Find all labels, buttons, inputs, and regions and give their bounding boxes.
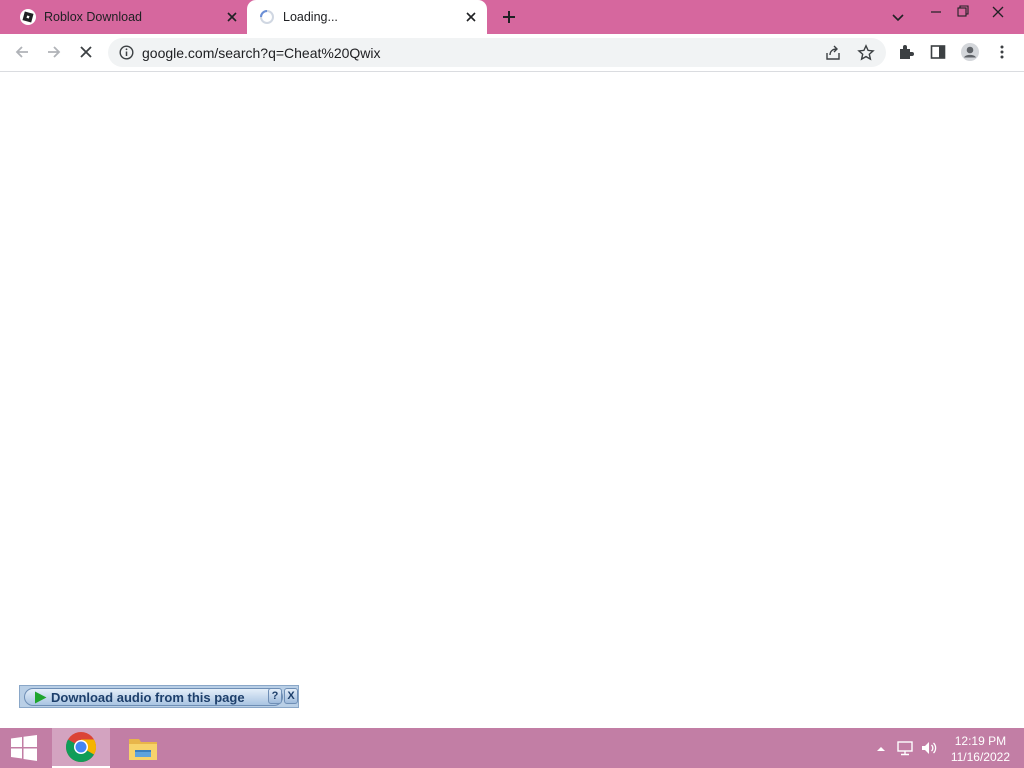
roblox-icon xyxy=(20,9,36,25)
info-icon[interactable] xyxy=(119,45,134,60)
window-close-button[interactable] xyxy=(986,2,1010,22)
clock-time: 12:19 PM xyxy=(954,734,1007,748)
close-icon xyxy=(992,6,1004,18)
share-button[interactable] xyxy=(824,44,842,62)
tray-overflow-button[interactable] xyxy=(875,742,887,754)
network-tray-button[interactable] xyxy=(896,739,914,757)
new-tab-button[interactable] xyxy=(500,8,518,26)
stop-loading-button[interactable] xyxy=(72,38,100,66)
plus-icon xyxy=(503,11,515,23)
side-panel-button[interactable] xyxy=(924,38,952,66)
windows-taskbar: 12:19 PM 11/16/2022 xyxy=(0,728,1024,768)
url-text[interactable]: google.com/search?q=Cheat%20Qwix xyxy=(142,45,381,61)
extensions-button[interactable] xyxy=(892,38,920,66)
profile-icon xyxy=(961,43,979,61)
play-icon xyxy=(34,691,47,704)
download-audio-label: Download audio from this page xyxy=(51,690,245,705)
back-arrow-icon xyxy=(15,46,28,58)
windows-start-icon xyxy=(11,735,37,761)
file-explorer-icon xyxy=(129,739,157,760)
help-button[interactable]: ? xyxy=(268,688,282,704)
stop-loading-icon xyxy=(80,46,92,58)
download-audio-button[interactable]: Download audio from this page xyxy=(24,688,283,706)
start-button[interactable] xyxy=(0,728,48,768)
extensions-icon xyxy=(900,45,914,59)
share-icon xyxy=(826,45,840,60)
address-bar[interactable]: google.com/search?q=Cheat%20Qwix xyxy=(108,38,886,67)
restore-icon xyxy=(957,5,969,17)
loading-spinner-icon xyxy=(259,9,275,25)
bookmark-star-button[interactable] xyxy=(857,44,875,62)
tab-roblox-download[interactable]: Roblox Download xyxy=(8,0,246,34)
download-audio-toolbar: Download audio from this page ? X xyxy=(19,685,299,708)
tab-close-button[interactable] xyxy=(224,9,240,25)
forward-button[interactable] xyxy=(40,38,68,66)
taskbar-clock[interactable]: 12:19 PM 11/16/2022 xyxy=(951,733,1010,765)
side-panel-icon xyxy=(930,45,946,59)
profile-button[interactable] xyxy=(956,38,984,66)
chevron-down-icon xyxy=(892,14,904,22)
clock-date: 11/16/2022 xyxy=(950,750,1010,764)
close-icon xyxy=(466,12,476,22)
forward-arrow-icon xyxy=(48,46,61,58)
chrome-menu-button[interactable] xyxy=(988,38,1016,66)
star-icon xyxy=(857,44,875,61)
tab-close-button[interactable] xyxy=(463,9,479,25)
tab-title: Loading... xyxy=(283,10,338,24)
browser-toolbar: google.com/search?q=Cheat%20Qwix xyxy=(0,34,1024,72)
close-icon xyxy=(227,12,237,22)
minimize-icon xyxy=(931,11,941,13)
tab-search-button[interactable] xyxy=(890,9,906,25)
close-widget-button[interactable]: X xyxy=(284,688,298,704)
menu-icon xyxy=(1000,45,1004,59)
network-icon xyxy=(897,741,913,756)
minimize-button[interactable] xyxy=(924,2,948,22)
back-button[interactable] xyxy=(8,38,36,66)
tray-arrow-icon xyxy=(877,747,885,751)
chrome-icon xyxy=(65,732,97,763)
tab-strip: Roblox Download Loading... xyxy=(0,0,1024,34)
tab-loading[interactable]: Loading... xyxy=(247,0,487,34)
taskbar-file-explorer-button[interactable] xyxy=(118,728,168,768)
taskbar-chrome-button[interactable] xyxy=(52,728,110,768)
tab-title: Roblox Download xyxy=(44,10,142,24)
volume-tray-button[interactable] xyxy=(920,739,938,757)
page-content xyxy=(0,72,1024,727)
restore-button[interactable] xyxy=(950,2,974,22)
volume-icon xyxy=(922,742,937,754)
